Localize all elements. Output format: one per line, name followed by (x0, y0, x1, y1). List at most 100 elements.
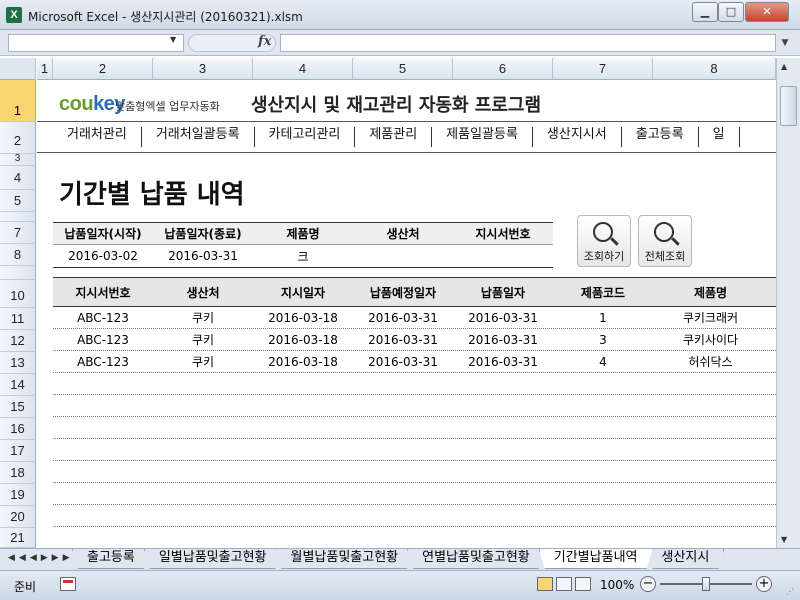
nav-item-product[interactable]: 제품관리 (355, 127, 433, 147)
excel-app-icon[interactable]: X (6, 7, 22, 23)
row-header[interactable]: 17 (0, 440, 36, 462)
zoom-level[interactable]: 100% (600, 578, 634, 592)
row-header[interactable]: 18 (0, 462, 36, 484)
row-header[interactable]: 5 (0, 190, 36, 212)
table-row-empty[interactable] (53, 439, 776, 461)
row-header[interactable]: 12 (0, 330, 36, 352)
row-header[interactable]: 4 (0, 166, 36, 190)
tab-navigation-icon[interactable]: ◀◀◀▶▶▶ (8, 553, 74, 563)
insert-function-icon[interactable]: fx (258, 34, 271, 49)
page-layout-view-icon[interactable] (556, 577, 572, 591)
resize-grip-icon[interactable]: ⋰ (786, 587, 794, 596)
row-header[interactable] (0, 212, 36, 222)
row-header[interactable]: 2 (0, 122, 36, 154)
table-cell[interactable]: 쿠키 (153, 353, 253, 370)
table-cell[interactable]: 1 (553, 311, 653, 325)
nav-item-client-bulk[interactable]: 거래처일괄등록 (142, 127, 255, 147)
scroll-thumb[interactable] (780, 86, 797, 126)
row-header[interactable]: 3 (0, 154, 36, 166)
nav-item-shipment[interactable]: 출고등록 (622, 127, 699, 147)
name-box[interactable] (8, 34, 184, 52)
table-cell[interactable]: 쿠키사이다 (653, 331, 768, 348)
table-cell[interactable]: 쿠키 (153, 331, 253, 348)
normal-view-icon[interactable] (537, 577, 553, 591)
column-header[interactable]: 1 (37, 58, 53, 80)
nav-item-client[interactable]: 거래처관리 (67, 127, 142, 147)
minimize-button[interactable]: ▁ (692, 2, 718, 22)
product-name-cell[interactable]: 크 (253, 248, 353, 265)
sheet-tab-active[interactable]: 기간별납품내역 (539, 549, 653, 569)
zoom-out-button[interactable]: − (640, 576, 656, 592)
table-cell[interactable]: 2016-03-31 (453, 355, 553, 369)
table-cell[interactable]: ABC-123 (53, 355, 153, 369)
row-header[interactable]: 13 (0, 352, 36, 374)
sheet-tab[interactable]: 월별납품및출고현황 (275, 549, 413, 569)
maximize-button[interactable]: □ (718, 2, 744, 22)
row-header[interactable]: 1 (0, 80, 36, 122)
nav-item-category[interactable]: 카테고리관리 (255, 127, 356, 147)
table-cell[interactable]: 2016-03-31 (353, 333, 453, 347)
nav-item-production-order[interactable]: 생산지시서 (533, 127, 622, 147)
column-header[interactable]: 4 (253, 58, 353, 80)
column-header[interactable]: 6 (453, 58, 553, 80)
nav-item-more[interactable]: 일 (699, 127, 740, 147)
worksheet[interactable]: coukey 맞춤형엑셀 업무자동화 생산지시 및 재고관리 자동화 프로그램 … (37, 80, 776, 548)
expand-formula-bar-icon[interactable]: ▼ (778, 34, 792, 52)
zoom-in-button[interactable]: + (756, 576, 772, 592)
page-break-view-icon[interactable] (575, 577, 591, 591)
row-header[interactable]: 16 (0, 418, 36, 440)
table-cell[interactable]: 2016-03-31 (453, 311, 553, 325)
view-all-button[interactable]: 전체조회 (638, 215, 692, 267)
start-date-cell[interactable]: 2016-03-02 (53, 249, 153, 263)
row-header[interactable]: 11 (0, 308, 36, 330)
vertical-scrollbar[interactable]: ▲ ▼ (776, 58, 800, 548)
sheet-tab[interactable]: 연별납품및출고현황 (407, 549, 545, 569)
close-button[interactable]: ✕ (745, 2, 789, 22)
nav-item-product-bulk[interactable]: 제품일괄등록 (432, 127, 533, 147)
scroll-down-icon[interactable]: ▼ (781, 535, 787, 544)
table-row-empty[interactable] (53, 483, 776, 505)
row-header[interactable]: 7 (0, 222, 36, 244)
table-cell[interactable]: 3 (553, 333, 653, 347)
table-cell[interactable]: 쿠키크래커 (653, 309, 768, 326)
table-cell[interactable]: 허쉬닥스 (653, 353, 768, 370)
table-row-empty[interactable] (53, 395, 776, 417)
sheet-tab[interactable]: 생산지시 (647, 549, 725, 569)
row-header[interactable] (0, 266, 36, 280)
table-cell[interactable]: 2016-03-18 (253, 355, 353, 369)
zoom-slider-thumb[interactable] (702, 577, 710, 591)
formula-input[interactable] (280, 34, 776, 52)
row-header[interactable]: 20 (0, 506, 36, 528)
table-cell[interactable]: 4 (553, 355, 653, 369)
table-cell[interactable]: 2016-03-31 (353, 355, 453, 369)
column-header[interactable]: 2 (53, 58, 153, 80)
table-cell[interactable]: ABC-123 (53, 311, 153, 325)
column-header[interactable]: 8 (653, 58, 776, 80)
macro-record-icon[interactable] (60, 577, 76, 591)
row-header[interactable]: 15 (0, 396, 36, 418)
table-cell[interactable]: 쿠키 (153, 309, 253, 326)
table-row-empty[interactable] (53, 461, 776, 483)
column-header[interactable]: 3 (153, 58, 253, 80)
table-row-empty[interactable] (53, 373, 776, 395)
row-header[interactable]: 10 (0, 280, 36, 308)
scroll-up-icon[interactable]: ▲ (781, 62, 787, 71)
end-date-cell[interactable]: 2016-03-31 (153, 249, 253, 263)
row-header[interactable]: 8 (0, 244, 36, 266)
table-cell[interactable]: ABC-123 (53, 333, 153, 347)
chevron-down-icon[interactable]: ▼ (170, 35, 176, 44)
column-header[interactable]: 7 (553, 58, 653, 80)
table-row-empty[interactable] (53, 527, 776, 548)
table-cell[interactable]: 2016-03-31 (353, 311, 453, 325)
column-header[interactable]: 5 (353, 58, 453, 80)
table-row-empty[interactable] (53, 417, 776, 439)
row-header[interactable]: 14 (0, 374, 36, 396)
table-cell[interactable]: 2016-03-18 (253, 311, 353, 325)
table-cell[interactable]: 2016-03-18 (253, 333, 353, 347)
table-row-empty[interactable] (53, 505, 776, 527)
search-button[interactable]: 조회하기 (577, 215, 631, 267)
table-cell[interactable]: 2016-03-31 (453, 333, 553, 347)
select-all-corner[interactable] (0, 58, 36, 80)
row-header[interactable]: 21 (0, 528, 36, 548)
row-header[interactable]: 19 (0, 484, 36, 506)
